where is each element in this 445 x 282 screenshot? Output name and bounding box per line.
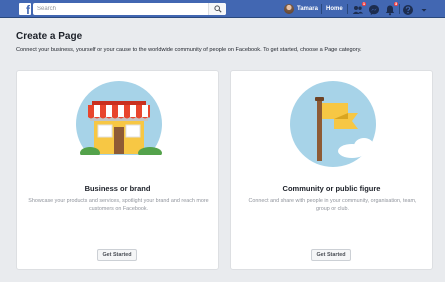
nav-divider <box>399 4 400 14</box>
top-navigation-bar: f Tamara Home 1 <box>0 0 445 18</box>
caret-down-icon <box>421 9 427 12</box>
community-public-figure-card[interactable]: Community or public figure Connect and s… <box>230 70 433 270</box>
profile-name: Tamara <box>297 6 318 12</box>
messenger-icon <box>369 5 379 15</box>
help-icon <box>403 5 413 15</box>
home-link[interactable]: Home <box>326 6 343 12</box>
storefront-icon <box>76 81 162 167</box>
search-button[interactable] <box>208 3 226 15</box>
card-title: Community or public figure <box>282 184 381 193</box>
facebook-logo-icon[interactable]: f <box>19 3 31 16</box>
business-brand-card[interactable]: Business or brand Showcase your products… <box>16 70 219 270</box>
notifications-button[interactable]: 3 <box>384 1 399 16</box>
friend-requests-button[interactable]: 1 <box>352 1 367 15</box>
get-started-button[interactable]: Get Started <box>311 249 351 261</box>
search-icon <box>214 5 222 13</box>
card-title: Business or brand <box>84 184 151 193</box>
page-subtitle: Connect your business, yourself or your … <box>16 47 362 53</box>
search-box <box>33 3 226 15</box>
page-title: Create a Page <box>16 31 83 42</box>
card-description: Showcase your products and services, spo… <box>28 198 209 212</box>
flag-icon <box>290 81 376 167</box>
nav-divider <box>347 4 348 14</box>
account-menu-button[interactable] <box>418 3 430 15</box>
card-description: Connect and share with people in your co… <box>248 198 417 212</box>
quick-help-button[interactable] <box>402 3 414 15</box>
avatar <box>284 4 294 14</box>
search-input[interactable] <box>33 3 208 15</box>
get-started-button[interactable]: Get Started <box>97 249 137 261</box>
friend-requests-badge: 1 <box>361 1 367 7</box>
nav-divider <box>321 4 322 14</box>
messages-button[interactable] <box>368 3 380 15</box>
profile-link[interactable]: Tamara <box>284 3 318 15</box>
